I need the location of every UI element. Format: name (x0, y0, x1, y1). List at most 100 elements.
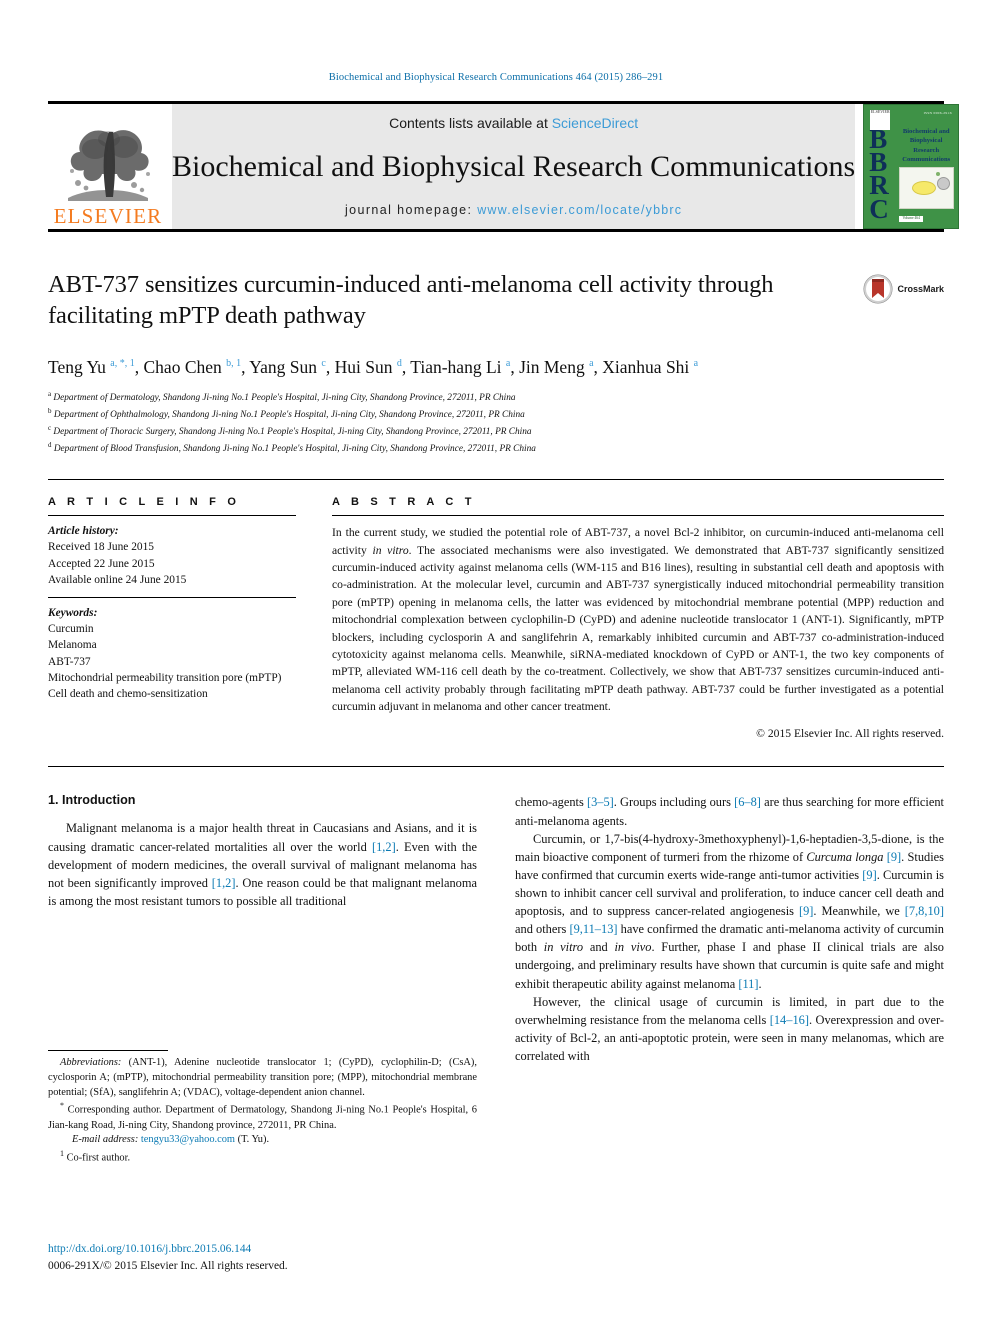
cover-volume: Volume 464 (899, 216, 923, 222)
abstract-copyright: © 2015 Elsevier Inc. All rights reserved… (756, 727, 944, 741)
citation-ref[interactable]: [6–8] (734, 795, 761, 809)
elsevier-wordmark: ELSEVIER (53, 204, 163, 228)
contents-available-line: Contents lists available at ScienceDirec… (389, 115, 638, 131)
intro-paragraph-left: Malignant melanoma is a major health thr… (48, 819, 477, 910)
crossmark-label: CrossMark (897, 284, 944, 294)
affiliation-text: Department of Thoracic Surgery, Shandong… (51, 427, 532, 437)
affiliation-item: d Department of Blood Transfusion, Shand… (48, 440, 944, 457)
intro-right-text-a: chemo-agents (515, 795, 587, 810)
author-separator: , (134, 357, 144, 377)
abstract-column: A B S T R A C T In the current study, we… (332, 496, 944, 740)
citation-ref[interactable]: [9] (862, 868, 876, 882)
author-separator: , (593, 357, 603, 377)
masthead-center: Contents lists available at ScienceDirec… (172, 104, 856, 229)
author-name[interactable]: Tian-hang Li (410, 357, 506, 377)
footnote-email: E-mail address: tengyu33@yahoo.com (T. Y… (48, 1133, 477, 1148)
footer-doi-block: http://dx.doi.org/10.1016/j.bbrc.2015.06… (48, 1241, 548, 1275)
footnote-cofirst-author: 1 Co-first author. (48, 1148, 477, 1166)
sciencedirect-link[interactable]: ScienceDirect (552, 115, 638, 131)
affiliation-text: Department of Blood Transfusion, Shandon… (51, 444, 536, 455)
journal-homepage-link[interactable]: www.elsevier.com/locate/ybbrc (477, 203, 682, 217)
affiliation-text: Department of Ophthalmology, Shandong Ji… (51, 409, 525, 420)
author-list: Teng Yu a, *, 1, Chao Chen b, 1, Yang Su… (48, 356, 838, 380)
left-column: 1. Introduction Malignant melanoma is a … (48, 793, 477, 1065)
curcumin-text-f: and others (515, 922, 570, 937)
cover-mitochondrion-shape (912, 181, 937, 195)
author-affiliation-mark: a (693, 358, 699, 370)
contents-prefix: Contents lists available at (389, 115, 552, 131)
author-name[interactable]: Teng Yu (48, 357, 110, 377)
affiliation-item: b Department of Ophthalmology, Shandong … (48, 406, 944, 423)
footnote-corresponding-author: * Corresponding author. Department of De… (48, 1100, 477, 1133)
in-vitro-italic: in vitro (543, 940, 584, 955)
intro-right-text-b: . Groups including ours (613, 795, 735, 810)
cofirst-text: Co-first author. (64, 1152, 131, 1164)
author-name[interactable]: Hui Sun (335, 357, 397, 377)
keyword-item: Melanoma (48, 639, 97, 652)
citation-ref[interactable]: [3–5] (587, 795, 614, 809)
article-history-block: Article history: Received 18 June 2015 A… (48, 516, 296, 597)
article-history-received: Received 18 June 2015 (48, 541, 154, 554)
page-title: ABT-737 sensitizes curcumin-induced anti… (48, 271, 774, 329)
citation-ref[interactable]: [14–16] (770, 1013, 809, 1027)
keyword-item: Cell death and chemo-sensitization (48, 687, 208, 700)
title-block: ABT-737 sensitizes curcumin-induced anti… (48, 270, 944, 340)
cover-journal-name: Biochemical and Biophysical Research Com… (902, 128, 951, 164)
citation-ref[interactable]: [7,8,10] (905, 904, 944, 918)
right-column: chemo-agents [3–5]. Groups including our… (515, 793, 944, 1065)
email-link[interactable]: tengyu33@yahoo.com (141, 1134, 235, 1145)
author-name[interactable]: Yang Sun (249, 357, 321, 377)
citation-ref[interactable]: [9] (799, 904, 813, 918)
intro-paragraph-right-3: However, the clinical usage of curcumin … (515, 993, 944, 1065)
journal-title: Biochemical and Biophysical Research Com… (172, 150, 856, 183)
issn-copyright-line: 0006-291X/© 2015 Elsevier Inc. All right… (48, 1259, 288, 1272)
citation-ref[interactable]: [9] (887, 850, 901, 864)
author-affiliation-mark: b, 1 (226, 358, 242, 370)
keywords-label: Keywords: (48, 606, 98, 619)
crossmark-icon (863, 274, 893, 304)
article-history-accepted: Accepted 22 June 2015 (48, 557, 155, 570)
footnote-rule (48, 1050, 168, 1051)
cover-diagram-icon (899, 167, 955, 209)
intro-paragraph-right-2: Curcumin, or 1,7-bis(4-hydroxy-3methoxyp… (515, 830, 944, 993)
elsevier-logo: ELSEVIER (48, 104, 168, 229)
article-history-label: Article history: (48, 525, 119, 538)
citation-ref[interactable]: [1,2] (372, 840, 396, 854)
author-name[interactable]: Xianhua Shi (602, 357, 693, 377)
in-vivo-italic: in vivo (614, 940, 652, 955)
author-separator: , (325, 357, 335, 377)
curcuma-longa-italic: Curcuma longa (806, 849, 884, 864)
author-affiliation-mark: a, *, 1 (110, 358, 135, 370)
corresponding-text: Corresponding author. Department of Derm… (48, 1104, 477, 1131)
affiliation-list: a Department of Dermatology, Shandong Ji… (48, 389, 944, 458)
curcumin-text-j: . (758, 976, 762, 991)
cover-initials: BBRC (869, 124, 889, 224)
citation-ref[interactable]: [11] (738, 977, 758, 991)
affiliation-item: a Department of Dermatology, Shandong Ji… (48, 389, 944, 406)
footnote-abbreviations: Abbreviations: (ANT-1), Adenine nucleoti… (48, 1056, 477, 1100)
author-separator: , (401, 357, 411, 377)
email-suffix: (T. Yu). (235, 1134, 270, 1146)
citation-ref[interactable]: [1,2] (212, 876, 236, 890)
doi-link[interactable]: http://dx.doi.org/10.1016/j.bbrc.2015.06… (48, 1241, 548, 1258)
keyword-item: ABT-737 (48, 655, 91, 668)
abstract-heading: A B S T R A C T (332, 496, 476, 509)
email-label: E-mail address: (72, 1134, 139, 1146)
journal-masthead: ELSEVIER Contents lists available at Sci… (48, 101, 960, 232)
crossmark-badge[interactable]: CrossMark (863, 274, 944, 304)
journal-homepage-line: journal homepage: www.elsevier.com/locat… (345, 203, 682, 217)
abstract-text: In the current study, we studied the pot… (332, 516, 944, 715)
cover-footer: Volume 464 (864, 215, 958, 222)
author-name[interactable]: Chao Chen (144, 357, 227, 377)
citation-ref[interactable]: [9,11–13] (569, 922, 617, 936)
abbrev-label: Abbreviations: (60, 1057, 122, 1068)
curcumin-text-h: and (583, 940, 615, 955)
author-name[interactable]: Jin Meng (519, 357, 589, 377)
cover-issn: ISSN 0006-291X (923, 111, 953, 115)
article-info-column: A R T I C L E I N F O Article history: R… (48, 496, 296, 740)
article-info-heading: A R T I C L E I N F O (48, 496, 241, 509)
keyword-item: Mitochondrial permeability transition po… (48, 671, 282, 684)
cover-dot-shape (936, 172, 941, 176)
body-columns: 1. Introduction Malignant melanoma is a … (48, 793, 944, 1065)
journal-cover-image: ELSEVIER ISSN 0006-291X BBRC Biochemical… (863, 104, 960, 229)
